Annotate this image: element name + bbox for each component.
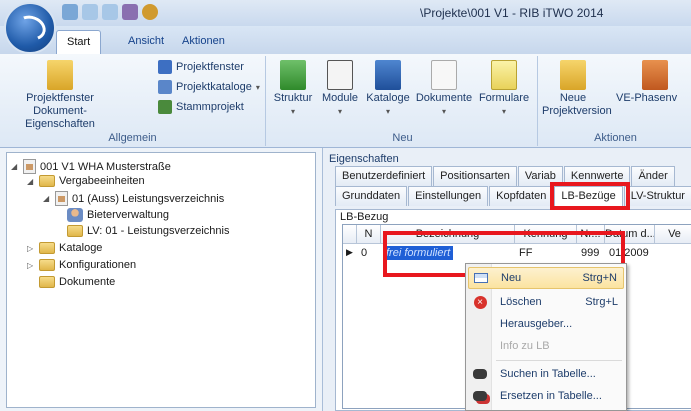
delete-icon: × [468,295,492,309]
app-menu-button[interactable] [4,2,56,54]
tree-node-lv-01[interactable]: LV: 01 - Leistungsverzeichnis [67,225,229,237]
tree-node-bieterverwaltung[interactable]: Bieterverwaltung [67,208,169,222]
help-icon[interactable] [142,4,158,20]
highlight-lb-bezuege-tab [550,182,630,210]
form-icon [491,60,517,90]
project-tree[interactable]: ◢ 001 V1 WHA Musterstraße ◢ Vergabeeinhe… [6,152,316,408]
tab-aktionen[interactable]: Aktionen [172,30,235,54]
properties-tabs-row2: Grunddaten Einstellungen Kopfdaten LB-Be… [335,186,691,206]
table-cell-n[interactable]: 0 [361,245,379,262]
menu-item-info-zu-lb: Info zu LB [500,340,550,352]
dokumente-button[interactable]: Dokumente ▾ [414,60,474,118]
folder-icon [39,242,55,254]
formulare-button[interactable]: Formulare ▾ [476,60,532,118]
lb-bezug-label: LB-Bezug [340,211,389,223]
module-icon [327,60,353,90]
rib-logo-icon [12,11,50,45]
bidder-icon [67,208,83,222]
group-aktionen: Neue Projektversion VE-Phasenv Aktionen [540,56,691,146]
menu-item-herausgeber[interactable]: Herausgeber... [468,313,624,335]
struktur-button[interactable]: Struktur ▾ [270,60,316,118]
tab-grunddaten[interactable]: Grunddaten [335,186,408,206]
save-icon[interactable] [62,4,78,20]
properties-label: Eigenschaften [329,153,399,165]
projektfenster-button[interactable]: Projektfenster [158,60,244,74]
structure-icon [280,60,306,90]
folder-icon [67,225,83,237]
group-allgemein: Projektfenster Dokument-Eigenschaften Pr… [0,56,266,146]
tools-icon[interactable] [122,4,138,20]
group-neu: Struktur ▾ Module ▾ Kataloge ▾ Dokumente ▾ F… [268,56,538,146]
group-label-aktionen: Aktionen [594,132,637,144]
menu-item-neu[interactable]: Neu Strg+N [468,267,624,289]
project-icon [23,159,36,174]
kataloge-button[interactable]: Kataloge ▾ [364,60,412,118]
binoculars-icon [468,369,492,379]
redo-icon[interactable] [102,4,118,20]
tree-node-vergabeeinheiten[interactable]: ◢ Vergabeeinheiten [27,175,145,187]
column-header-ve[interactable]: Ve [655,225,691,244]
title-bar: \Projekte\001 V1 - RIB iTWO 2014 [0,0,691,26]
folder-icon [39,175,55,187]
column-header-n[interactable]: N [357,225,381,244]
folder-icon [39,276,55,288]
tab-kopfdaten[interactable]: Kopfdaten [489,186,554,206]
tree-node-kataloge[interactable]: ▷ Kataloge [27,242,102,254]
books-icon [375,60,401,90]
menu-separator [496,360,622,361]
folder-icon [39,259,55,271]
collapse-icon[interactable]: ◢ [11,162,19,171]
tree-node-konfigurationen[interactable]: ▷ Konfigurationen [27,259,136,271]
expand-icon[interactable]: ▷ [27,244,35,253]
ribbon-tab-bar: Start Ansicht Aktionen [0,26,691,54]
folder-window-icon [47,60,73,90]
neue-projektversion-button[interactable]: Neue Projektversion [542,60,612,118]
collapse-icon[interactable]: ◢ [43,194,51,203]
catalog-icon [158,80,172,94]
row-header-column [343,225,357,244]
tree-node-dokumente[interactable]: Dokumente [39,276,115,288]
collapse-icon[interactable]: ◢ [27,177,35,186]
window-icon [158,60,172,74]
group-label-allgemein: Allgemein [108,132,157,144]
stammprojekt-button[interactable]: Stammprojekt [158,100,244,114]
projektfenster-dokument-button[interactable]: Projektfenster Dokument-Eigenschaften [4,60,116,131]
menu-item-loeschen[interactable]: × Löschen Strg+L [468,291,624,313]
tab-lv-struktur[interactable]: LV-Struktur [623,186,691,206]
tab-positionsarten[interactable]: Positionsarten [433,166,517,186]
new-version-icon [560,60,586,90]
project-tree-pane: ◢ 001 V1 WHA Musterstraße ◢ Vergabeeinhe… [0,148,322,411]
new-row-icon [469,273,493,283]
document-icon [431,60,457,90]
context-menu: Neu Strg+N × Löschen Strg+L Herausgeber.… [465,263,627,411]
undo-icon[interactable] [82,4,98,20]
tab-benutzerdefiniert[interactable]: Benutzerdefiniert [335,166,433,186]
replace-binoculars-icon [468,391,492,401]
menu-item-suchen[interactable]: Suchen in Tabelle... [468,363,624,385]
group-label-neu: Neu [392,132,413,144]
tab-einstellungen[interactable]: Einstellungen [408,186,489,206]
expand-icon[interactable]: ▷ [27,261,35,270]
lv-document-icon [55,191,68,206]
tree-node-leistungsverzeichnis[interactable]: ◢ 01 (Auss) Leistungsverzeichnis [43,191,224,206]
row-marker-icon: ▶ [346,247,353,257]
module-button[interactable]: Module ▾ [318,60,362,118]
chevron-down-icon: ▾ [255,82,260,92]
tab-ansicht[interactable]: Ansicht [118,30,174,54]
master-project-icon [158,100,172,114]
projektkataloge-button[interactable]: Projektkataloge ▾ [158,80,260,94]
quick-access-toolbar [62,4,158,20]
phase-icon [642,60,668,90]
menu-item-ersetzen[interactable]: Ersetzen in Tabelle... [468,385,624,407]
tab-start[interactable]: Start [56,30,102,54]
tree-node-project[interactable]: ◢ 001 V1 WHA Musterstraße [11,159,171,174]
ve-phasen-button[interactable]: VE-Phasenv [616,60,691,105]
tab-aender[interactable]: Änder [631,166,675,186]
ribbon: Projektfenster Dokument-Eigenschaften Pr… [0,54,691,148]
window-title: \Projekte\001 V1 - RIB iTWO 2014 [420,6,604,20]
